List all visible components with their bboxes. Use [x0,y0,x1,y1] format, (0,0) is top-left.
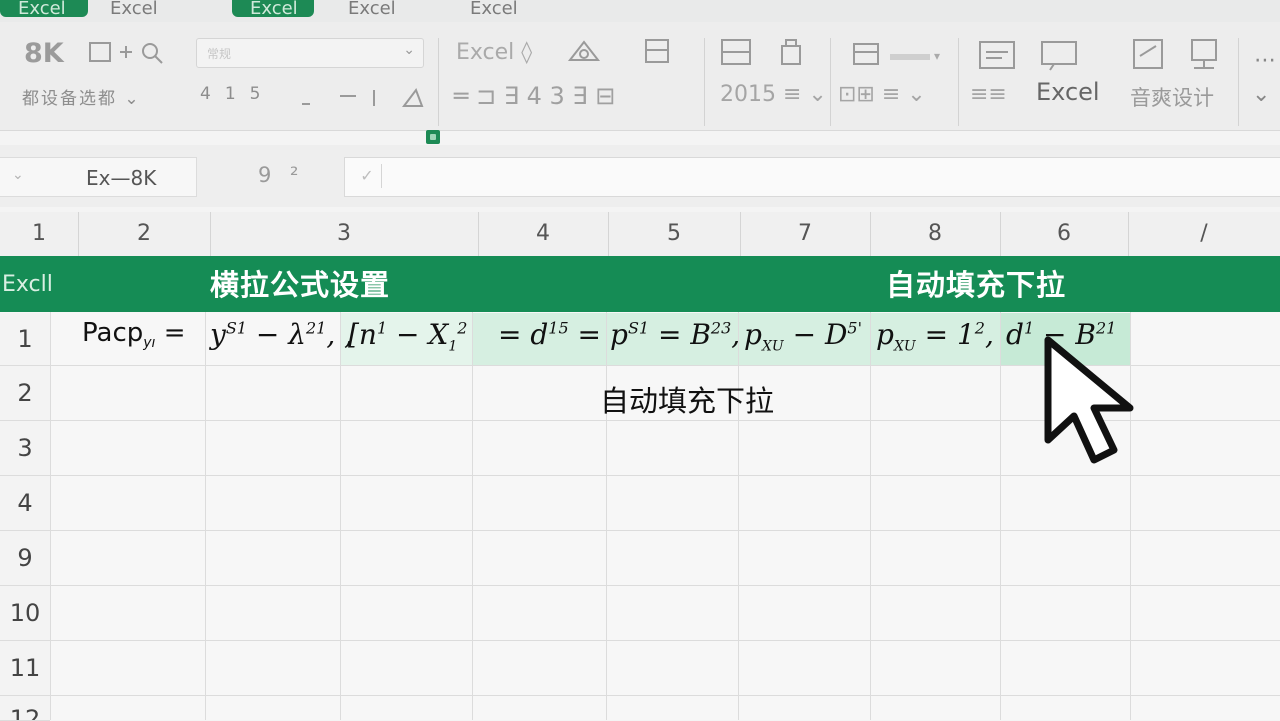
cell-formula[interactable]: = d15 = [498,318,601,351]
tab-bar: Excel Excel Excel Excel Excel [0,0,1280,22]
cell-formula[interactable]: pXU − D5' [744,318,862,355]
row-header[interactable]: 12 [0,696,50,721]
design-icons[interactable] [1130,36,1230,72]
ribbon: 8K 常规 ⌄ 都设备选都 ⌄ 415 Excel ◊ ═ ⊐ ∃ 4 3 ∃ … [0,22,1280,131]
row-header[interactable]: 1 [0,313,50,366]
align-numbers: 415 [200,84,275,104]
tab-insert[interactable]: Excel [232,0,314,17]
column-header[interactable]: 3 [210,212,479,256]
chevron-down-icon: ⌄ [403,42,415,58]
autofill-hint-label: 自动填充下拉 [600,384,775,418]
svg-text:▾: ▾ [934,49,940,63]
number-format-box[interactable]: Excel ◊ [456,40,532,65]
font-size-box[interactable]: 8K [24,38,64,69]
cell-formula[interactable]: Pacpyı = [82,318,186,351]
more-icon[interactable]: ⋯ [1254,48,1276,73]
banner-cell[interactable] [740,256,871,312]
number-group: ═ ⊐ ∃ 4 3 ∃ ⊟ [454,82,616,110]
name-box[interactable]: ⌄ Ex—8K [0,157,197,197]
banner-title-left: 横拉公式设置 [210,268,391,302]
banner-cell[interactable] [608,256,741,312]
tab-file[interactable]: Excel [0,0,88,17]
banner-cell[interactable] [478,256,609,312]
font-name-dropdown[interactable]: 常规 ⌄ [196,38,424,68]
row-header[interactable]: 3 [0,421,50,476]
ribbon-collapse-button[interactable] [426,130,440,144]
column-header[interactable]: 7 [740,212,871,256]
cell-formula[interactable]: yS1 − λ21, , [210,318,353,351]
column-header[interactable]: 5 [608,212,741,256]
format-painter-icon[interactable] [88,40,178,66]
column-headers: 1 2 3 4 5 7 8 6 / [0,212,1280,257]
column-header[interactable]: 8 [870,212,1001,256]
sort-icon[interactable] [978,38,1088,72]
mouse-pointer-icon [1042,336,1162,470]
row-header[interactable]: 11 [0,641,50,696]
banner-title-right: 自动填充下拉 [886,268,1067,302]
row-header[interactable]: 2 [0,366,50,421]
tab-layout[interactable]: Excel [330,0,414,17]
paragraph-group: ≡≡ [970,82,1007,107]
chevron-down-icon: ⌄ [12,167,24,183]
conditional-format-icon[interactable] [566,36,676,66]
column-header[interactable]: 1 [0,212,79,256]
row-header[interactable]: 10 [0,586,50,641]
row-header[interactable]: 9 [0,531,50,586]
align-icons[interactable] [300,86,430,108]
column-header[interactable]: 2 [78,212,211,256]
ribbon-expand-chevron-icon[interactable]: ⌄ [1252,82,1270,107]
cell-formula[interactable]: pXU = 12, [876,318,994,355]
column-header[interactable]: 6 [1000,212,1129,256]
column-header[interactable]: 4 [478,212,609,256]
formula-input[interactable]: ✓ [344,157,1280,197]
insert-cells-icon[interactable]: ▾ [850,38,950,68]
banner-cell[interactable] [1128,256,1280,312]
design-group-label: 音爽设计 [1130,86,1214,110]
cell-formula[interactable]: [n1 − X12 [348,318,467,355]
row-header[interactable]: 4 [0,476,50,531]
table-style-icon[interactable] [720,36,810,68]
cell-formula[interactable]: pS1 = B23, [610,318,740,351]
cells-group[interactable]: ⊡⊞ ≡ ⌄ [838,82,926,107]
spreadsheet-grid: Excll 横拉公式设置 自动填充下拉 1 2 3 4 9 10 11 12 P… [0,256,1280,721]
column-header[interactable]: / [1128,212,1280,256]
excel-group-label: Excel [1036,78,1100,106]
function-icon[interactable]: 9 ² [258,163,304,187]
tab-formulas[interactable]: Excel [452,0,536,17]
confirm-check-icon[interactable]: ✓ [353,164,382,188]
cell-style-dropdown[interactable]: 2015 ≡ ⌄ [720,82,827,107]
excel-corner-label: Excll [0,256,74,312]
tab-home[interactable]: Excel [92,0,176,17]
style-group-label: 都设备选都 ⌄ [22,89,141,109]
formula-bar: ⌄ Ex—8K 9 ² ✓ [0,145,1280,207]
